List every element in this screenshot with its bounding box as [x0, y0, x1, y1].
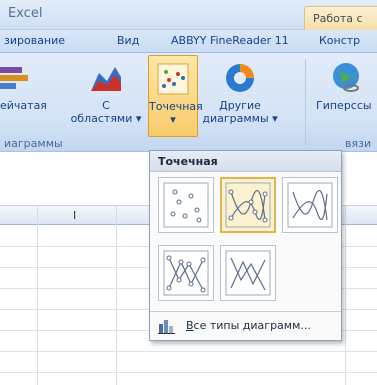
charts-group-label: иаграммы — [4, 137, 63, 150]
bar-chart-icon — [0, 67, 28, 89]
area-chart-label-1: С — [102, 99, 110, 112]
grid-line — [0, 351, 377, 352]
hyperlink-label: Гиперссы — [316, 99, 372, 112]
area-chart-label-2: областями ▾ — [70, 112, 142, 125]
area-chart-button[interactable]: С областями ▾ — [64, 55, 148, 137]
scatter-chart-button[interactable]: Точечная ▾ — [148, 55, 203, 137]
scatter-chart-label-1: Точечная — [149, 100, 203, 113]
grid-line — [0, 372, 377, 373]
accelerator-key: В — [186, 319, 194, 332]
column-header-i[interactable]: I — [73, 209, 76, 222]
bar-chart-button[interactable]: ейчатая — [0, 55, 47, 137]
other-charts-button[interactable]: Другие диаграммы ▾ — [202, 55, 278, 137]
links-group-label: вязи — [345, 137, 372, 150]
scatter-smooth-icon — [287, 182, 333, 228]
group-separator — [305, 59, 306, 145]
scatter-markers-icon — [163, 182, 209, 228]
all-chart-types-text: се типы диаграмм... — [193, 319, 311, 332]
hyperlink-button[interactable]: Гиперссы — [314, 55, 377, 137]
scatter-chart-label-2: ▾ — [170, 113, 176, 126]
window-title: Excel — [8, 6, 43, 21]
doughnut-chart-icon — [226, 64, 254, 92]
all-chart-types-item[interactable]: Все типы диаграмм... — [156, 317, 336, 335]
title-bar: Excel Работа с — [0, 0, 377, 30]
ribbon: ейчатая С областями ▾ Точечная ▾ Другие … — [0, 52, 377, 152]
other-charts-label-2: диаграммы ▾ — [202, 112, 278, 125]
globe-link-icon — [332, 63, 359, 92]
gallery-title: Точечная — [150, 151, 341, 172]
tab-design[interactable]: Констр — [319, 34, 360, 47]
grid-line — [116, 205, 117, 385]
thumb-scatter-smooth-lines[interactable] — [282, 177, 338, 233]
grid-line — [37, 205, 38, 385]
tab-abbyy-finereader[interactable]: ABBYY FineReader 11 — [171, 34, 289, 47]
grid-line — [345, 205, 346, 385]
gallery-separator — [150, 311, 341, 312]
other-charts-label-1: Другие — [219, 99, 261, 112]
scatter-straight-markers-icon — [163, 250, 209, 296]
ribbon-tabs: зирование Вид ABBYY FineReader 11 Констр — [0, 30, 377, 52]
scatter-smooth-markers-icon — [225, 182, 271, 228]
thumb-scatter-straight-lines[interactable] — [220, 245, 276, 301]
thumb-scatter-markers-only[interactable] — [158, 177, 214, 233]
tab-view[interactable]: Вид — [117, 34, 139, 47]
scatter-gallery-dropdown: Точечная Все типы диаграмм... — [149, 150, 342, 341]
chart-types-icon — [158, 320, 175, 334]
all-chart-types-label: Все типы диаграмм... — [186, 319, 311, 332]
scatter-straight-icon — [225, 250, 271, 296]
thumb-scatter-straight-lines-markers[interactable] — [158, 245, 214, 301]
tab-review[interactable]: зирование — [4, 34, 65, 47]
thumb-scatter-smooth-lines-markers[interactable] — [220, 177, 276, 233]
bar-chart-label: ейчатая — [0, 99, 47, 112]
scatter-chart-icon — [157, 63, 189, 95]
context-tab-group-header: Работа с — [304, 6, 377, 30]
area-chart-icon — [91, 67, 121, 91]
